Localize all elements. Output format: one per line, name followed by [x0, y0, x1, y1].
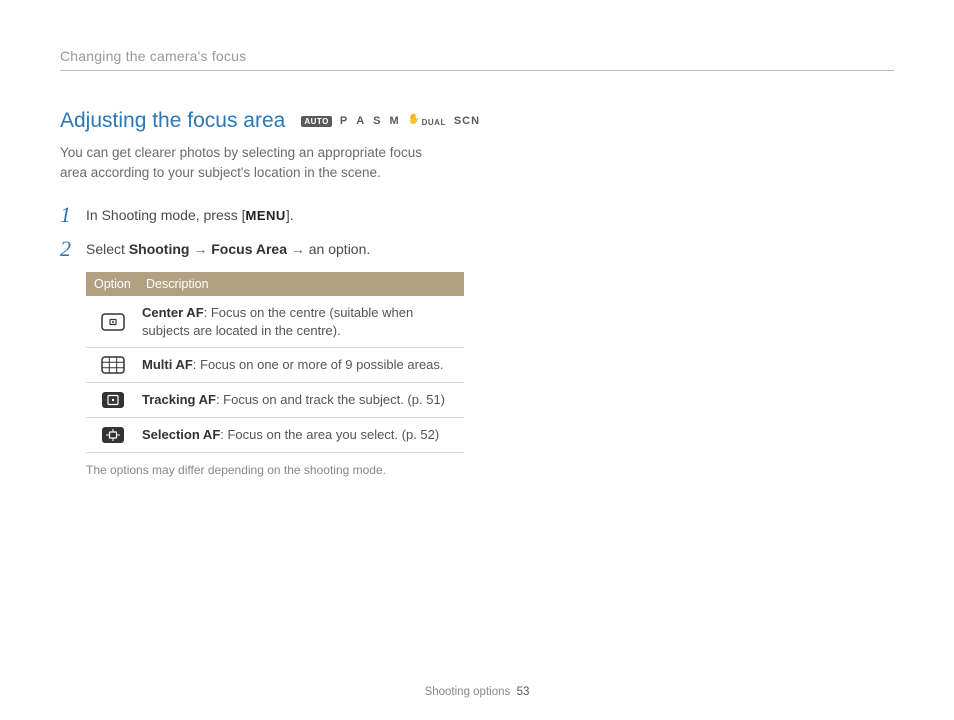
step-number: 1 [60, 204, 74, 226]
breadcrumb: Changing the camera's focus [60, 48, 894, 71]
step-text: In Shooting mode, press [MENU]. [86, 204, 294, 223]
cell-description: Selection AF: Focus on the area you sele… [140, 418, 464, 452]
section-title: Adjusting the focus area [60, 109, 285, 133]
mode-icons: AUTO P A S M ✋DUAL SCN [301, 115, 480, 127]
page-footer: Shooting options 53 [0, 686, 954, 698]
focus-area-table: Option Description Center AF: Focus on t… [86, 272, 464, 453]
table-row: Tracking AF: Focus on and track the subj… [86, 383, 464, 418]
mode-m-icon: M [389, 115, 399, 127]
mode-auto-icon: AUTO [301, 116, 332, 127]
selection-af-icon [101, 426, 125, 444]
menu-label: MENU [246, 208, 286, 223]
page-number: 53 [517, 686, 530, 698]
multi-af-icon [101, 356, 125, 374]
section-intro: You can get clearer photos by selecting … [60, 143, 440, 182]
step-number: 2 [60, 238, 74, 260]
table-row: Selection AF: Focus on the area you sele… [86, 418, 464, 453]
tracking-af-icon [101, 391, 125, 409]
footer-section: Shooting options [425, 686, 511, 698]
table-header: Option Description [86, 272, 464, 296]
table-footnote: The options may differ depending on the … [86, 463, 894, 477]
cell-description: Center AF: Focus on the centre (suitable… [140, 296, 464, 347]
table-row: Center AF: Focus on the centre (suitable… [86, 296, 464, 348]
mode-p-icon: P [340, 115, 348, 127]
mode-dual-icon: ✋DUAL [408, 116, 446, 127]
step-text: Select Shooting → Focus Area → an option… [86, 238, 370, 257]
step-2: 2 Select Shooting → Focus Area → an opti… [60, 238, 894, 260]
mode-scn-icon: SCN [454, 115, 480, 127]
center-af-icon [101, 313, 125, 331]
table-row: Multi AF: Focus on one or more of 9 poss… [86, 348, 464, 383]
col-description: Description [140, 272, 464, 296]
cell-description: Multi AF: Focus on one or more of 9 poss… [140, 348, 464, 382]
cell-description: Tracking AF: Focus on and track the subj… [140, 383, 464, 417]
mode-a-icon: A [356, 115, 365, 127]
mode-s-icon: S [373, 115, 381, 127]
step-1: 1 In Shooting mode, press [MENU]. [60, 204, 894, 226]
col-option: Option [86, 272, 140, 296]
